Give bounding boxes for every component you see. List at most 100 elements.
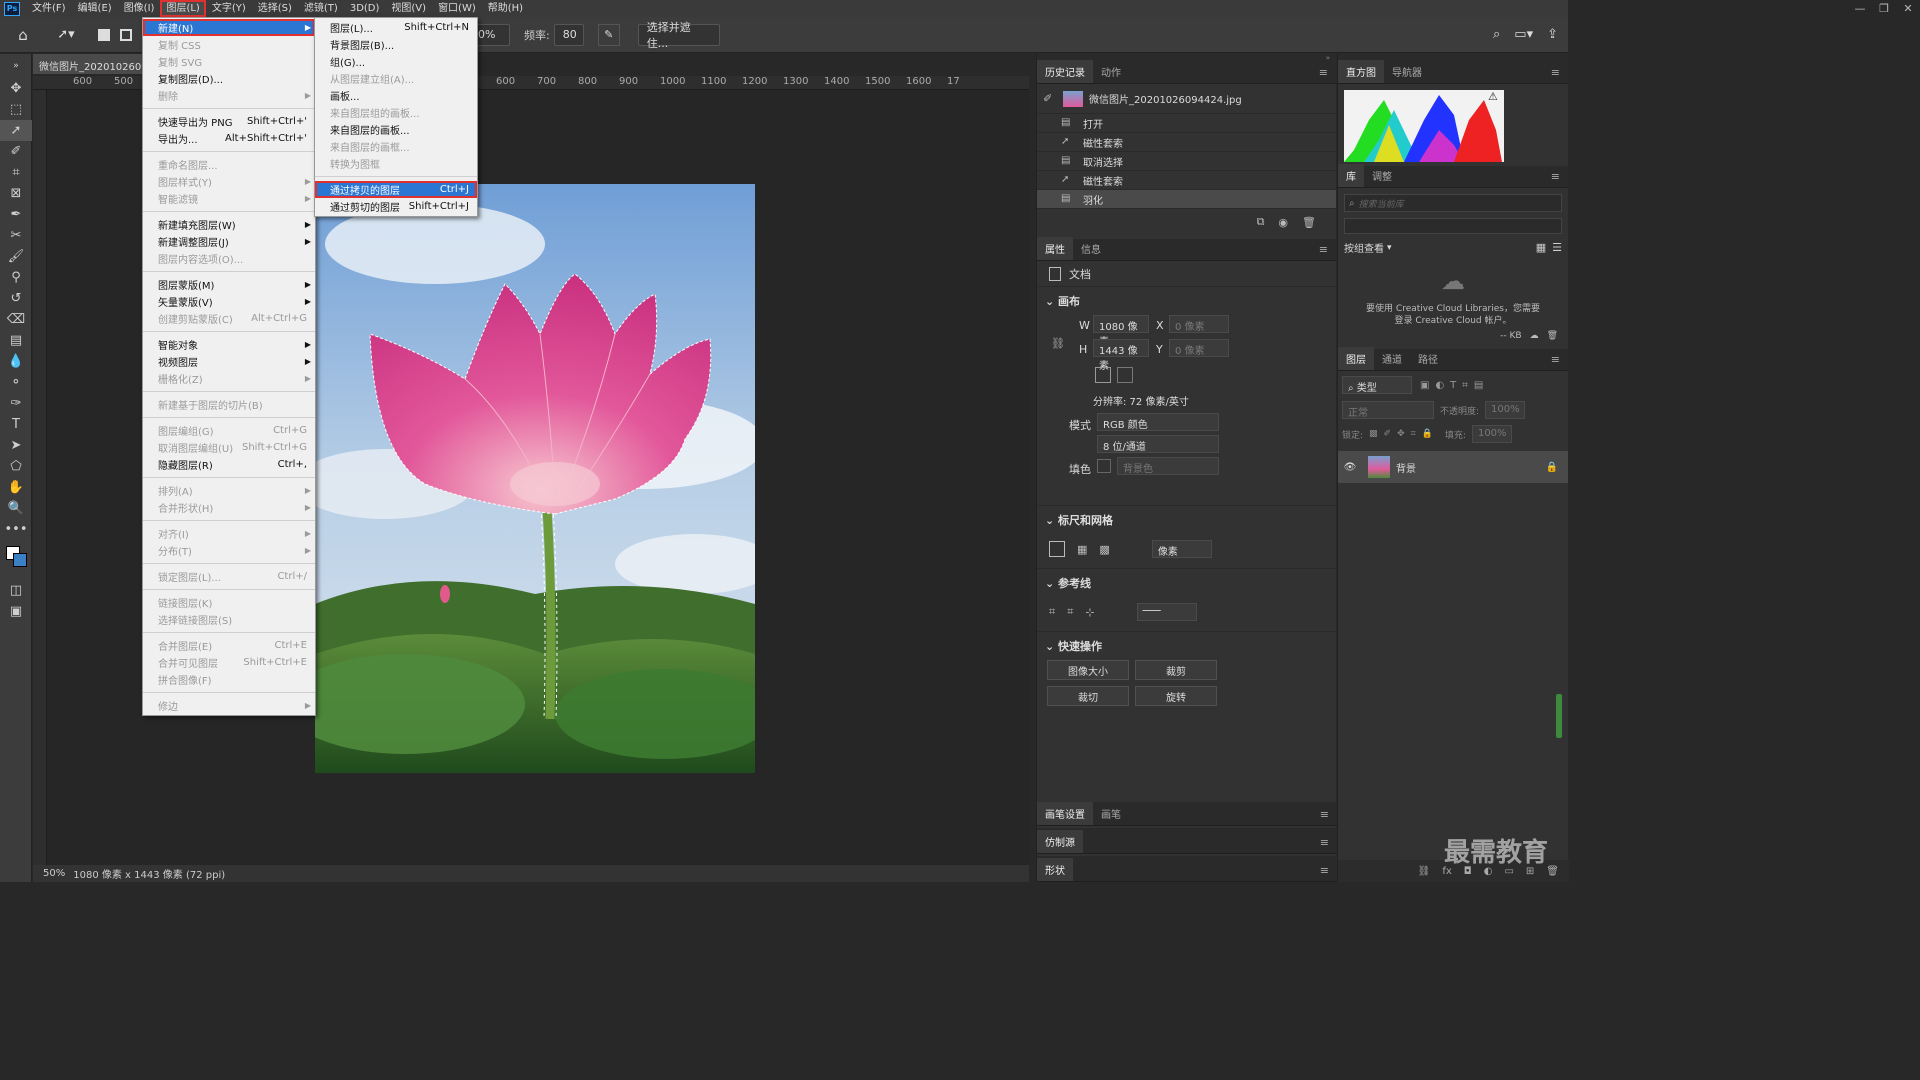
height-field[interactable]: 1443 像素 (1093, 339, 1149, 372)
new-submenu-item[interactable]: 通过剪切的图层 Shift+Ctrl+J (315, 198, 477, 215)
tab-adjustments[interactable]: 调整 (1364, 164, 1400, 187)
tab-properties[interactable]: 属性 (1037, 237, 1073, 260)
new-selection-icon[interactable] (98, 28, 110, 41)
move-tool-icon[interactable]: ✥ (0, 78, 32, 99)
new-submenu-item[interactable]: 图层(L)... Shift+Ctrl+N (315, 19, 477, 36)
canvas-section[interactable]: ⌄ 画布 (1037, 287, 1336, 315)
menu-layer[interactable]: 图层(L) (160, 0, 206, 17)
select-and-mask-button[interactable]: 选择并遮住... (637, 21, 720, 50)
history-step-current[interactable]: ▤ 羽化 (1037, 190, 1336, 209)
path-selection-tool-icon[interactable]: ➤ (0, 435, 32, 456)
lasso-tool-icon[interactable]: ➚ (0, 120, 32, 141)
tab-brushes[interactable]: 画笔 (1093, 802, 1129, 825)
library-select[interactable] (1344, 218, 1562, 234)
tab-info[interactable]: 信息 (1073, 237, 1109, 260)
layer-filter-icons[interactable]: ▣◐T⌗▤ (1420, 380, 1489, 391)
blur-tool-icon[interactable]: 💧 (0, 351, 32, 372)
tab-channels[interactable]: 通道 (1374, 347, 1410, 370)
tab-layers[interactable]: 图层 (1338, 347, 1374, 370)
fill-select[interactable]: 背景色 (1117, 457, 1219, 475)
marquee-tool-icon[interactable]: ⬚ (0, 99, 32, 120)
scrollbar-thumb[interactable] (1556, 694, 1562, 738)
link-layers-icon[interactable]: ⛓ (1418, 866, 1431, 877)
layer-menu-item[interactable]: 复制图层(D)... (143, 70, 315, 87)
panel-menu-icon[interactable]: ≡ (1312, 860, 1337, 881)
document-tab[interactable]: 微信图片_2020102609 (33, 54, 143, 74)
menu-view[interactable]: 视图(V) (385, 0, 432, 17)
workspace-icon[interactable]: ▭▾ (1514, 27, 1533, 42)
brush-tool-icon[interactable]: 🖌 (0, 246, 32, 267)
layer-menu-item[interactable]: 图层蒙版(M) ▶ (143, 276, 315, 293)
history-brush-source-icon[interactable]: ✐ (1043, 92, 1057, 105)
opacity-field[interactable]: 100% (1485, 401, 1526, 419)
shape-tool-icon[interactable]: ⬠ (0, 456, 32, 477)
group-by-dropdown[interactable]: 按组查看 (1344, 240, 1384, 255)
minimize-button[interactable]: — (1848, 0, 1872, 17)
history-snapshot[interactable]: ✐ 微信图片_20201026094424.jpg (1037, 84, 1336, 114)
guide-icon[interactable]: ⌗ (1049, 605, 1055, 619)
zoom-level[interactable]: 50% (43, 868, 65, 879)
visibility-eye-icon[interactable]: 👁 (1338, 462, 1362, 473)
history-step[interactable]: ▤ 取消选择 (1037, 152, 1336, 171)
menu-image[interactable]: 图像(I) (118, 0, 161, 17)
layer-filter-select[interactable]: ⌕ 类型 (1342, 376, 1412, 394)
frame-tool-icon[interactable]: ⊠ (0, 183, 32, 204)
frequency-field[interactable]: 80 (553, 23, 584, 46)
layer-menu-item[interactable]: 隐藏图层(R) Ctrl+, (143, 456, 315, 473)
trash-icon[interactable]: 🗑 (1302, 216, 1316, 229)
layer-menu-item[interactable]: 新建填充图层(W) ▶ (143, 216, 315, 233)
lock-icons[interactable]: ▩✐✥⌗🔒 (1369, 429, 1439, 439)
new-submenu-item[interactable]: 通过拷贝的图层 Ctrl+J (315, 181, 477, 198)
width-field[interactable]: 1080 像素 (1093, 315, 1149, 348)
tab-paths[interactable]: 路径 (1410, 347, 1446, 370)
guides-section[interactable]: ⌄ 参考线 (1037, 568, 1336, 597)
add-to-selection-icon[interactable] (120, 28, 132, 41)
lock-icon[interactable]: 🔒 (1546, 462, 1558, 473)
smart-guides-icon[interactable]: ⊹ (1085, 606, 1094, 619)
menu-type[interactable]: 文字(Y) (206, 0, 252, 17)
document-info[interactable]: 1080 像素 x 1443 像素 (72 ppi) (73, 866, 225, 881)
dodge-tool-icon[interactable]: ⚬ (0, 372, 32, 393)
eyedropper-tool-icon[interactable]: ✒ (0, 204, 32, 225)
trim-button[interactable]: 裁切 (1047, 686, 1129, 706)
color-swatches[interactable] (0, 540, 31, 580)
close-button[interactable]: ✕ (1896, 0, 1920, 17)
landscape-orientation-icon[interactable] (1117, 367, 1133, 383)
menu-file[interactable]: 文件(F) (26, 0, 72, 17)
eraser-tool-icon[interactable]: ⌫ (0, 309, 32, 330)
screen-mode-icon[interactable]: ▣ (0, 601, 32, 622)
restore-button[interactable]: ❐ (1872, 0, 1896, 17)
rotate-button[interactable]: 旋转 (1135, 686, 1217, 706)
list-view-icon[interactable]: ☰ (1552, 241, 1562, 254)
history-step[interactable]: ➚ 磁性套索 (1037, 133, 1336, 152)
magnetic-lasso-tool-preset-icon[interactable]: ➚▾ (48, 27, 84, 42)
tab-actions[interactable]: 动作 (1093, 60, 1129, 83)
quick-selection-tool-icon[interactable]: ✐ (0, 141, 32, 162)
trash-icon[interactable]: 🗑 (1547, 331, 1558, 341)
bit-depth-select[interactable]: 8 位/通道 (1097, 435, 1219, 453)
image-size-button[interactable]: 图像大小 (1047, 660, 1129, 680)
quick-mask-icon[interactable]: ◫ (0, 580, 32, 601)
tab-history[interactable]: 历史记录 (1037, 60, 1093, 83)
warning-icon[interactable]: ⚠ (1488, 90, 1498, 103)
guide-style-select[interactable]: ─── (1136, 603, 1197, 621)
pen-tool-icon[interactable]: ✑ (0, 393, 32, 414)
quick-actions-section[interactable]: ⌄ 快速操作 (1037, 631, 1336, 660)
y-field[interactable]: 0 像素 (1169, 339, 1229, 357)
tab-brush-settings[interactable]: 画笔设置 (1037, 802, 1093, 825)
type-tool-icon[interactable]: T (0, 414, 32, 435)
stylus-pressure-icon[interactable]: ✎ (597, 23, 620, 46)
layer-menu-item[interactable]: 导出为... Alt+Shift+Ctrl+' (143, 130, 315, 147)
layer-menu-item[interactable]: 视频图层 ▶ (143, 353, 315, 370)
blend-mode-select[interactable]: 正常 (1342, 401, 1434, 419)
trash-icon[interactable]: 🗑 (1546, 866, 1559, 877)
document-image[interactable] (315, 184, 755, 773)
menu-filter[interactable]: 滤镜(T) (298, 0, 344, 17)
mode-select[interactable]: RGB 颜色 (1097, 413, 1219, 431)
panel-menu-icon[interactable]: ≡ (1311, 62, 1336, 83)
panel-menu-icon[interactable]: ≡ (1543, 62, 1568, 83)
clone-stamp-tool-icon[interactable]: ⚲ (0, 267, 32, 288)
crop-tool-icon[interactable]: ⌗ (0, 162, 32, 183)
history-step[interactable]: ➚ 磁性套索 (1037, 171, 1336, 190)
gradient-tool-icon[interactable]: ▤ (0, 330, 32, 351)
